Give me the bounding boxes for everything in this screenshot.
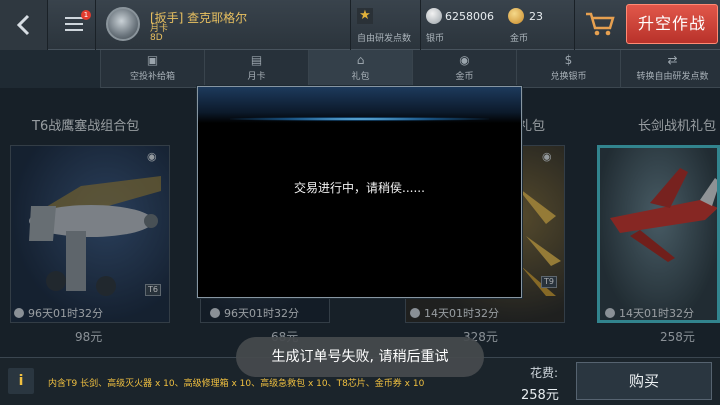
star-icon: ★ <box>357 8 373 24</box>
error-toast: 生成订单号失败, 请稍后重试 <box>236 337 484 377</box>
gold-coin-icon <box>508 8 524 24</box>
tab-exchange-silver[interactable]: $ 兑换银币 <box>516 50 620 88</box>
shop-tab-bar: ▣ 空投补给箱 ▤ 月卡 ⌂ 礼包 ◉ 金币 $ 兑换银币 ⇄ 转换自由研发点数 <box>100 50 720 88</box>
dialog-header <box>198 87 521 123</box>
cart-button[interactable] <box>574 0 624 50</box>
buy-button[interactable]: 购买 <box>576 362 712 400</box>
silver-balance[interactable]: 6258006 银币 <box>420 0 500 50</box>
research-points[interactable]: ★ 自由研发点数 <box>350 0 420 50</box>
tab-gift-pack[interactable]: ⌂ 礼包 <box>308 50 412 88</box>
convert-icon: ⇄ <box>667 53 678 67</box>
tab-gold[interactable]: ◉ 金币 <box>412 50 516 88</box>
tab-supply-box[interactable]: ▣ 空投补给箱 <box>100 50 204 88</box>
info-icon[interactable]: i <box>8 368 34 394</box>
back-button[interactable] <box>0 0 48 50</box>
player-avatar[interactable] <box>106 7 140 41</box>
menu-button[interactable]: 1 <box>50 0 96 50</box>
tab-label: 空投补给箱 <box>129 72 175 82</box>
notification-badge: 1 <box>81 10 91 20</box>
tab-convert-research[interactable]: ⇄ 转换自由研发点数 <box>620 50 720 88</box>
silver-value: 6258006 <box>445 10 494 23</box>
gold-icon: ◉ <box>459 53 470 67</box>
exchange-silver-icon: $ <box>564 53 573 67</box>
gift-icon: ⌂ <box>356 53 365 67</box>
card-icon: ▤ <box>250 53 263 67</box>
player-status-2: 8D <box>150 33 163 43</box>
gold-value: 23 <box>529 10 543 23</box>
back-arrow-icon <box>16 14 30 36</box>
cart-icon <box>586 12 615 36</box>
tab-label: 兑换银币 <box>550 72 587 82</box>
gold-label: 金币 <box>510 34 529 44</box>
tab-label: 金币 <box>455 72 474 82</box>
tab-label: 转换自由研发点数 <box>636 72 709 82</box>
dialog-message: 交易进行中，请稍侯...... <box>294 181 425 195</box>
cost-value: 258元 <box>521 388 559 403</box>
silver-label: 银币 <box>426 34 445 44</box>
gold-balance[interactable]: 23 金币 <box>508 0 570 50</box>
cost-label: 花费: <box>530 366 559 380</box>
transaction-dialog: 交易进行中，请稍侯...... <box>197 86 522 298</box>
research-label: 自由研发点数 <box>357 34 412 44</box>
tab-monthly-card[interactable]: ▤ 月卡 <box>204 50 308 88</box>
tab-label: 礼包 <box>351 72 370 82</box>
top-bar: 1 [扳手] 查克耶格尔 月卡 8D ★ 自由研发点数 6258006 银币 2… <box>0 0 720 50</box>
launch-battle-button[interactable]: 升空作战 <box>626 4 718 44</box>
supply-box-icon: ▣ <box>146 53 159 67</box>
silver-coin-icon <box>426 8 442 24</box>
pack-contents: 内含T9 长剑、高级灭火器 x 10、高级修理箱 x 10、高级急救包 x 10… <box>48 379 425 389</box>
menu-icon <box>65 17 83 31</box>
tab-label: 月卡 <box>247 72 266 82</box>
